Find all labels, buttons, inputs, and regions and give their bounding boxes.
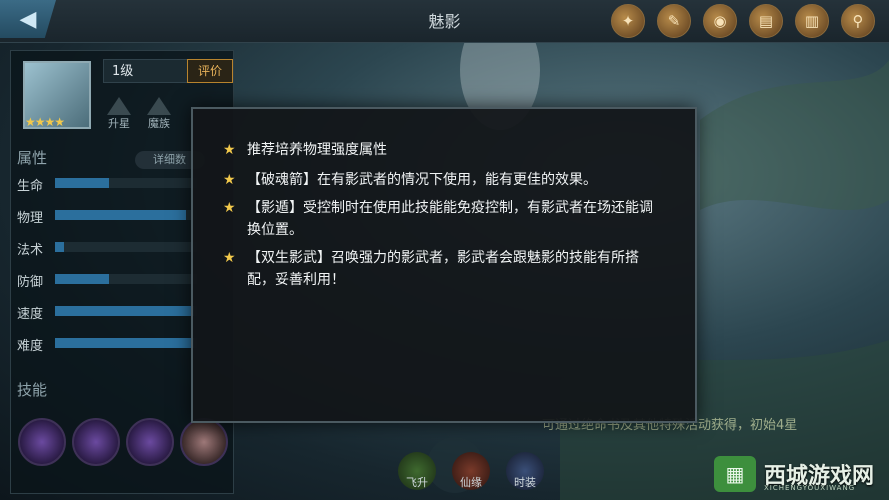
ascend-button[interactable]: 飞升: [398, 452, 436, 490]
tip-item: ★ 【破魂箭】在有影武者的情况下使用，能有更佳的效果。: [223, 169, 655, 191]
watermark-logo-icon: ▦: [714, 456, 756, 492]
stat-label: 法术: [17, 243, 44, 258]
stat-bar-fill: [55, 242, 64, 252]
note-paper-icon[interactable]: ▤: [749, 4, 783, 38]
fate-button[interactable]: 仙缘: [452, 452, 490, 490]
skills-title: 技能: [17, 381, 48, 399]
rate-button[interactable]: 评价: [187, 59, 233, 83]
stat-bar-fill: [55, 338, 194, 348]
stat-bar-track: [55, 178, 197, 188]
stat-label: 物理: [17, 211, 44, 226]
ascend-label: 飞升: [406, 476, 428, 489]
stat-bar-fill: [55, 306, 194, 316]
stat-bar-track: [55, 306, 197, 316]
costume-button[interactable]: 时装: [506, 452, 544, 490]
paper-scroll-icon[interactable]: ✎: [657, 4, 691, 38]
skill-1-icon[interactable]: [18, 418, 66, 466]
stat-label: 防御: [17, 275, 44, 290]
attributes-title: 属性: [17, 149, 48, 167]
star-bullet-icon: ★: [223, 250, 236, 266]
stat-label: 难度: [17, 339, 44, 354]
star-up-button[interactable]: 升星: [103, 97, 135, 131]
demon-icon: [147, 97, 171, 115]
skill-4-icon[interactable]: [180, 418, 228, 466]
top-icon-bar: ✦ ✎ ◉ ▤ ▥ ⚲: [611, 4, 875, 38]
star-bullet-icon: ★: [223, 200, 236, 216]
stat-label: 速度: [17, 307, 44, 322]
stat-bar-fill: [55, 274, 109, 284]
top-bar: ◀ 魅影 ✦ ✎ ◉ ▤ ▥ ⚲: [0, 0, 889, 43]
stat-bar-track: [55, 338, 197, 348]
demon-label: 魔族: [148, 117, 170, 130]
star-up-icon: [107, 97, 131, 115]
stat-bar-track: [55, 274, 197, 284]
skill-2-icon[interactable]: [72, 418, 120, 466]
star-bullet-icon: ★: [223, 142, 236, 158]
skill-3-icon[interactable]: [126, 418, 174, 466]
stat-label: 生命: [17, 179, 44, 194]
tip-item: ★ 【双生影武】召唤强力的影武者，影武者会跟魅影的技能有所搭配，妥善利用！: [223, 247, 655, 291]
demon-button[interactable]: 魔族: [143, 97, 175, 131]
costume-label: 时装: [514, 476, 536, 489]
stat-bar-track: [55, 242, 197, 252]
scroll-seal-icon[interactable]: ✦: [611, 4, 645, 38]
tip-item: ★ 【影遁】受控制时在使用此技能能免疫控制，有影武者在场还能调换位置。: [223, 197, 655, 241]
magnifier-icon[interactable]: ⚲: [841, 4, 875, 38]
fate-label: 仙缘: [460, 476, 482, 489]
hero-tips-dialog[interactable]: ★ 推荐培养物理强度属性 ★ 【破魂箭】在有影武者的情况下使用，能有更佳的效果。…: [191, 107, 697, 423]
stat-bar-fill: [55, 210, 186, 220]
star-up-label: 升星: [108, 117, 130, 130]
watermark-sub: XICHENGYOUXIWANG: [764, 484, 856, 492]
round-seal-icon[interactable]: ◉: [703, 4, 737, 38]
stat-bar-fill: [55, 178, 109, 188]
book-icon[interactable]: ▥: [795, 4, 829, 38]
stat-bar-track: [55, 210, 197, 220]
tip-item: ★ 推荐培养物理强度属性: [223, 139, 655, 161]
star-bullet-icon: ★: [223, 172, 236, 188]
hero-stars: ★★★★: [25, 115, 65, 129]
